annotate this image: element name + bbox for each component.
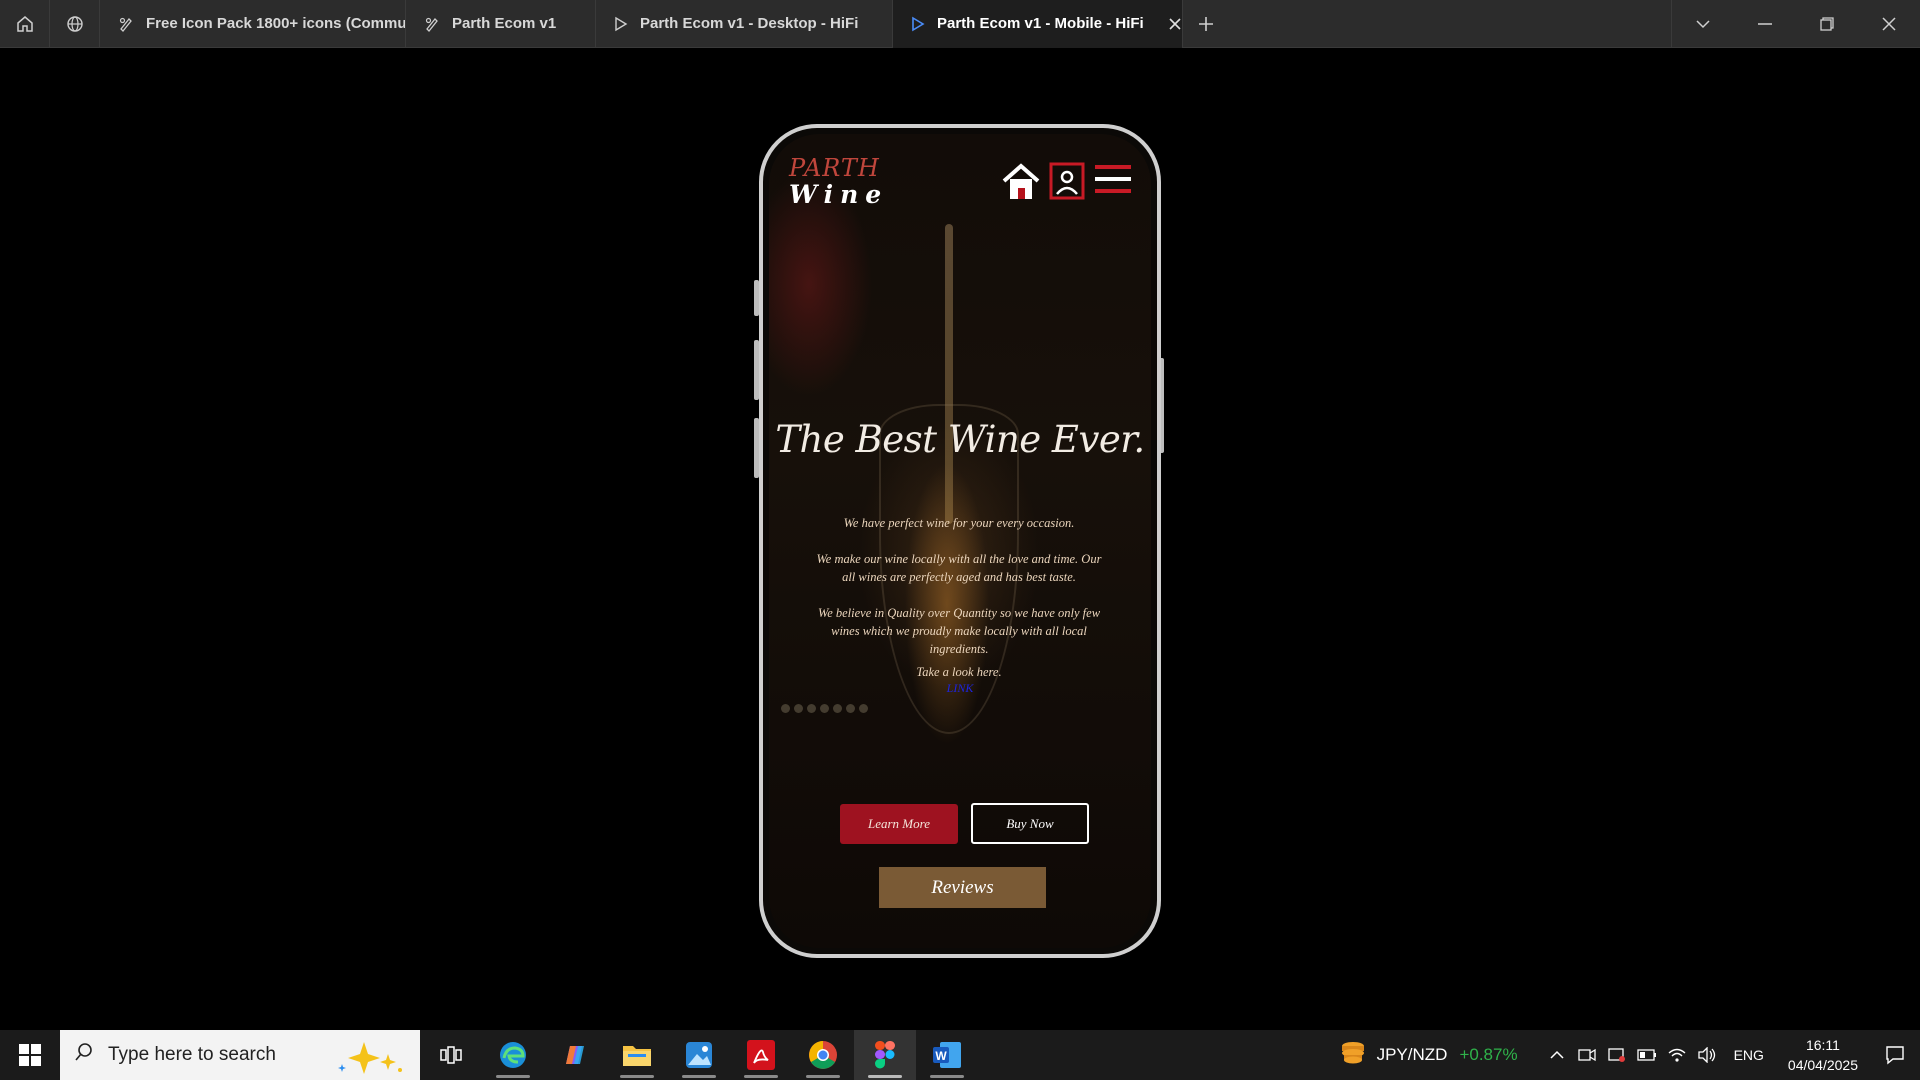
search-placeholder: Type here to search bbox=[108, 1044, 276, 1065]
figma-file-icon bbox=[118, 16, 134, 32]
logo-wine: Wine bbox=[789, 180, 889, 209]
clock-time: 16:11 bbox=[1805, 1037, 1840, 1053]
bokeh-light bbox=[794, 704, 803, 713]
bokeh-light bbox=[859, 704, 868, 713]
learn-more-button[interactable]: Learn More bbox=[840, 804, 958, 844]
camera-tray-icon[interactable] bbox=[1572, 1047, 1602, 1063]
tab-desktop-hifi[interactable]: Parth Ecom v1 - Desktop - HiFi bbox=[596, 0, 893, 48]
tab-label: Parth Ecom v1 bbox=[452, 15, 557, 32]
play-prototype-icon bbox=[911, 16, 925, 32]
windows-start-icon[interactable] bbox=[0, 1030, 60, 1080]
volume-icon[interactable] bbox=[1692, 1047, 1722, 1063]
reviews-button[interactable]: Reviews bbox=[879, 867, 1046, 908]
file-explorer-icon[interactable] bbox=[606, 1030, 668, 1080]
close-window-icon[interactable] bbox=[1858, 0, 1920, 48]
acrobat-icon[interactable] bbox=[730, 1030, 792, 1080]
tab-label: Parth Ecom v1 - Mobile - HiFi bbox=[937, 15, 1144, 32]
close-tab-icon[interactable] bbox=[1168, 17, 1182, 31]
chevron-down-icon[interactable] bbox=[1672, 0, 1734, 48]
buy-now-button[interactable]: Buy Now bbox=[971, 803, 1089, 844]
system-tray: JPY/NZD +0.87% ENG 16:11 04/04/2025 bbox=[1339, 1030, 1920, 1080]
clock-date: 04/04/2025 bbox=[1787, 1057, 1858, 1073]
user-profile-icon[interactable] bbox=[1049, 162, 1085, 205]
home-icon[interactable] bbox=[0, 0, 50, 48]
fx-change: +0.87% bbox=[1459, 1045, 1518, 1064]
fx-pair: JPY/NZD bbox=[1376, 1045, 1448, 1064]
chevron-up-icon[interactable] bbox=[1542, 1050, 1572, 1060]
globe-icon[interactable] bbox=[50, 0, 100, 48]
copilot-app-icon[interactable] bbox=[544, 1030, 606, 1080]
bokeh-light bbox=[820, 704, 829, 713]
prototype-canvas: PARTH Wine The Best Wine Ever. We have p… bbox=[0, 48, 1920, 1030]
taskbar-clock[interactable]: 16:11 04/04/2025 bbox=[1788, 1035, 1858, 1075]
svg-text:W: W bbox=[935, 1049, 947, 1063]
hero-paragraph-3: We believe in Quality over Quantity so w… bbox=[817, 606, 1101, 656]
coins-icon bbox=[1339, 1040, 1367, 1071]
hero-paragraph-1: We have perfect wine for your every occa… bbox=[843, 516, 1075, 530]
notification-center-icon[interactable] bbox=[1870, 1045, 1920, 1065]
tab-parth-ecom-v1[interactable]: Parth Ecom v1 bbox=[406, 0, 596, 48]
chrome-icon[interactable] bbox=[792, 1030, 854, 1080]
wifi-icon[interactable] bbox=[1662, 1047, 1692, 1063]
site-logo[interactable]: PARTH Wine bbox=[789, 156, 888, 207]
taskbar-search-input[interactable]: Type here to search bbox=[60, 1030, 420, 1080]
bokeh-light bbox=[807, 704, 816, 713]
mobile-screen: PARTH Wine The Best Wine Ever. We have p… bbox=[769, 134, 1151, 948]
fx-widget[interactable]: JPY/NZD +0.87% bbox=[1339, 1040, 1518, 1071]
minimize-icon[interactable] bbox=[1734, 0, 1796, 48]
bokeh-light bbox=[846, 704, 855, 713]
tab-label: Parth Ecom v1 - Desktop - HiFi bbox=[640, 15, 859, 32]
language-indicator[interactable]: ENG bbox=[1734, 1047, 1764, 1063]
app-tab-bar: Free Icon Pack 1800+ icons (Commun Parth… bbox=[0, 0, 1920, 48]
hero-link[interactable]: LINK bbox=[769, 681, 1151, 696]
word-icon[interactable]: W bbox=[916, 1030, 978, 1080]
copilot-sparkle-icon bbox=[334, 1040, 408, 1080]
search-icon bbox=[74, 1042, 94, 1068]
bokeh-light bbox=[833, 704, 842, 713]
edge-browser-icon[interactable] bbox=[482, 1030, 544, 1080]
photos-app-icon[interactable] bbox=[668, 1030, 730, 1080]
hero-paragraph-2: We make our wine locally with all the lo… bbox=[816, 552, 1102, 584]
new-tab-plus-icon[interactable] bbox=[1183, 0, 1229, 48]
figma-file-icon bbox=[424, 16, 440, 32]
security-tray-icon[interactable] bbox=[1602, 1047, 1632, 1063]
tab-label: Free Icon Pack 1800+ icons (Commun bbox=[146, 15, 406, 32]
hero-title: The Best Wine Ever. bbox=[775, 418, 1145, 461]
battery-icon[interactable] bbox=[1632, 1049, 1662, 1061]
figma-app-icon[interactable] bbox=[854, 1030, 916, 1080]
tab-free-icon-pack[interactable]: Free Icon Pack 1800+ icons (Commun bbox=[100, 0, 406, 48]
windows-taskbar: Type here to search W JPY/NZD +0.87% ENG… bbox=[0, 1030, 1920, 1080]
play-prototype-icon bbox=[614, 16, 628, 32]
logo-parth: PARTH bbox=[789, 154, 880, 182]
mobile-frame: PARTH Wine The Best Wine Ever. We have p… bbox=[759, 124, 1161, 958]
home-icon[interactable] bbox=[1001, 162, 1041, 205]
hamburger-menu-icon[interactable] bbox=[1095, 164, 1131, 201]
hero-paragraph-4: Take a look here. bbox=[916, 665, 1002, 679]
bokeh-light bbox=[781, 704, 790, 713]
window-controls bbox=[1671, 0, 1920, 48]
restore-icon[interactable] bbox=[1796, 0, 1858, 48]
tab-mobile-hifi[interactable]: Parth Ecom v1 - Mobile - HiFi bbox=[893, 0, 1183, 48]
task-view-icon[interactable] bbox=[420, 1030, 482, 1080]
